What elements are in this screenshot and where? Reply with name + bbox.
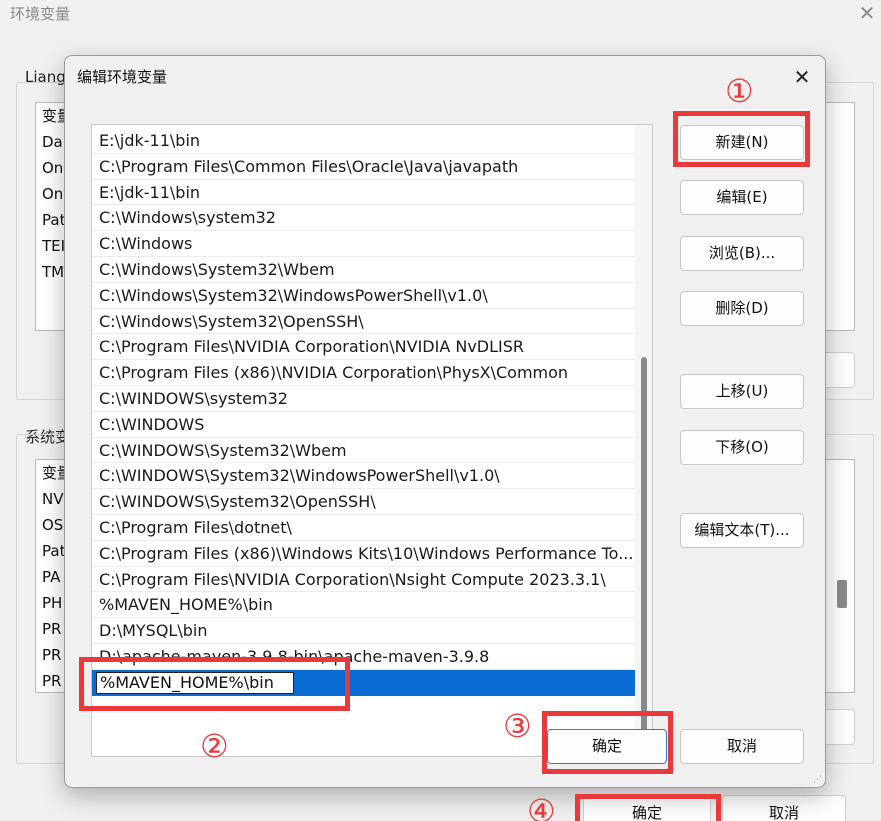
path-list-item[interactable]: C:\Program Files (x86)\Windows Kits\10\W… (92, 541, 635, 567)
annotation-number-4: ④ (527, 792, 556, 821)
move-up-button[interactable]: 上移(U) (680, 374, 804, 409)
move-down-button[interactable]: 下移(O) (680, 430, 804, 465)
path-list-item[interactable]: %MAVEN_HOME%\bin (92, 592, 635, 619)
path-list-item[interactable]: C:\Program Files\Common Files\Oracle\Jav… (92, 154, 635, 180)
path-list-item[interactable]: C:\Windows\system32 (92, 205, 635, 232)
edit-text-button[interactable]: 编辑文本(T)... (680, 513, 804, 548)
path-list-item[interactable]: C:\Windows\System32\WindowsPowerShell\v1… (92, 283, 635, 309)
path-list-item[interactable]: C:\WINDOWS (92, 412, 635, 438)
path-list-item[interactable]: C:\WINDOWS\System32\WindowsPowerShell\v1… (92, 463, 635, 490)
edit-button[interactable]: 编辑(E) (680, 180, 804, 215)
delete-button[interactable]: 删除(D) (680, 291, 804, 326)
path-list-item[interactable]: E:\jdk-11\bin (92, 128, 635, 154)
annotation-number-3: ③ (503, 707, 532, 745)
path-list-item[interactable]: C:\Windows\System32\Wbem (92, 257, 635, 283)
path-list-item[interactable]: C:\Program Files\NVIDIA Corporation\Nsig… (92, 567, 635, 593)
path-list-item[interactable]: E:\jdk-11\bin (92, 180, 635, 206)
path-list-scrollbar[interactable] (635, 125, 652, 756)
bg-cancel-button[interactable]: 取消 (722, 795, 846, 821)
path-list-item[interactable]: C:\Program Files\NVIDIA Corporation\NVID… (92, 334, 635, 361)
browse-button[interactable]: 浏览(B)... (680, 236, 804, 271)
annotation-box-ok (542, 711, 673, 774)
path-list-item[interactable]: C:\WINDOWS\system32 (92, 386, 635, 412)
bg-window-title: 环境变量 (10, 5, 71, 23)
path-list-item[interactable]: C:\Program Files (x86)\NVIDIA Corporatio… (92, 360, 635, 386)
bg-close-icon[interactable]: ✕ (856, 2, 878, 24)
path-list-item[interactable]: C:\WINDOWS\System32\OpenSSH\ (92, 489, 635, 515)
annotation-number-2: ② (200, 727, 229, 765)
annotation-box-new (673, 111, 810, 167)
bg-system-scrollbar-thumb[interactable] (837, 580, 847, 608)
path-list-item[interactable]: D:\MYSQL\bin (92, 618, 635, 644)
annotation-number-1: ① (725, 72, 754, 110)
dialog-close-icon[interactable]: ✕ (789, 64, 815, 90)
path-list-item[interactable]: C:\WINDOWS\System32\Wbem (92, 438, 635, 464)
path-list-scrollbar-thumb[interactable] (641, 357, 647, 741)
dialog-title: 编辑环境变量 (77, 68, 168, 86)
path-rows: E:\jdk-11\bin C:\Program Files\Common Fi… (92, 128, 635, 696)
resize-grip-icon[interactable]: ⋰ (813, 775, 823, 785)
annotation-box-bg-ok (575, 794, 721, 821)
path-list-item[interactable]: C:\Windows (92, 231, 635, 257)
path-list-item[interactable]: C:\Windows\System32\OpenSSH\ (92, 309, 635, 335)
dialog-cancel-button[interactable]: 取消 (680, 729, 804, 764)
annotation-box-edit (79, 657, 350, 711)
path-list-item[interactable]: C:\Program Files\dotnet\ (92, 515, 635, 541)
